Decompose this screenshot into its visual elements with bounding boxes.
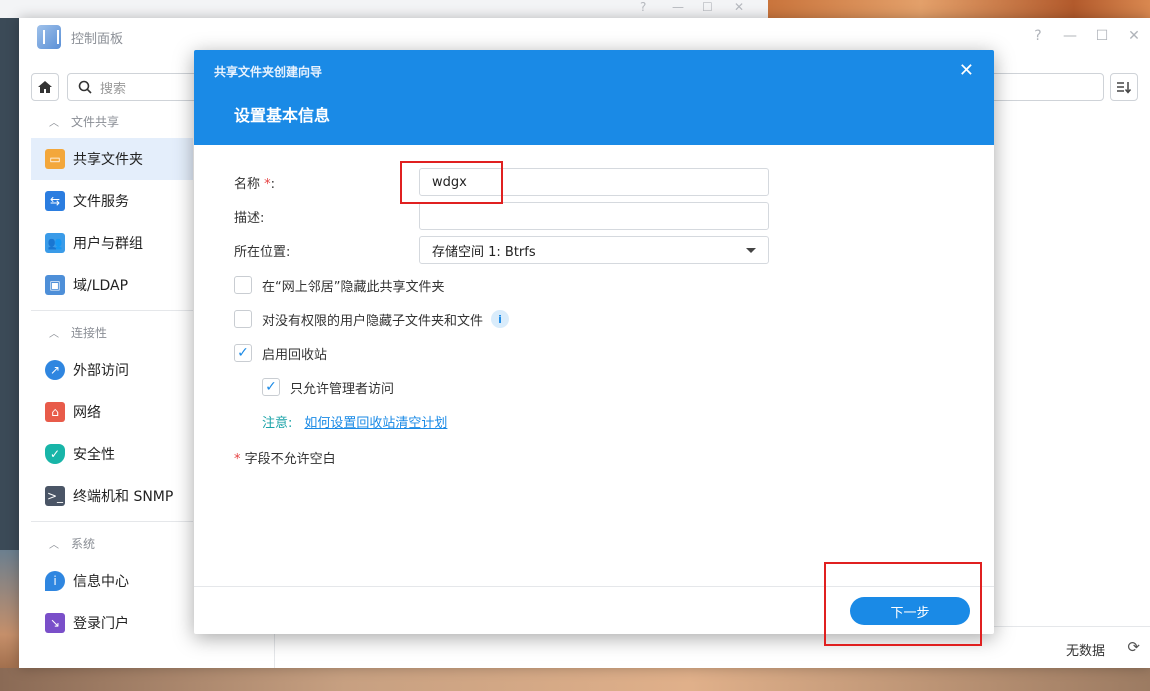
close-icon[interactable]: ✕: [1118, 28, 1150, 44]
recycle-bin-checkbox-row[interactable]: ✓ 启用回收站: [234, 342, 327, 364]
name-row: 名称 *:: [234, 168, 769, 196]
sidebar-item-login-portal[interactable]: ↘ 登录门户: [31, 602, 193, 644]
chevron-up-icon: ︿: [49, 539, 59, 551]
hide-subfolders-checkbox-row[interactable]: 对没有权限的用户隐藏子文件夹和文件 i: [234, 308, 510, 330]
sidebar-item-shared-folder[interactable]: ▭ 共享文件夹: [31, 138, 193, 180]
filter-input[interactable]: [986, 73, 1104, 101]
next-button[interactable]: 下一步: [850, 597, 970, 625]
window-controls: ? — ☐ ✕: [1022, 28, 1150, 44]
minimize-icon[interactable]: —: [672, 0, 684, 14]
sidebar-item-ldap[interactable]: ▣ 域/LDAP: [31, 264, 193, 306]
status-text: 无数据: [1065, 644, 1105, 659]
folder-icon: ▭: [45, 149, 65, 169]
name-label: 名称 *:: [234, 176, 276, 192]
info-center-icon: i: [45, 571, 65, 591]
hide-subfolders-checkbox[interactable]: [234, 310, 252, 328]
wizard-footer: 下一步: [194, 586, 994, 634]
description-field[interactable]: [419, 202, 769, 230]
shared-folder-wizard-dialog: 共享文件夹创建向导 ✕ 设置基本信息 名称 *: 描述: 所在位置: 存储空间 …: [194, 50, 994, 634]
desktop-wallpaper: [0, 668, 1150, 691]
maximize-icon[interactable]: ☐: [1086, 28, 1118, 44]
divider: [31, 310, 193, 311]
location-value: 存储空间 1: Btrfs: [432, 244, 536, 260]
note-label: 注意:: [262, 415, 293, 431]
location-row: 所在位置: 存储空间 1: Btrfs: [234, 236, 769, 264]
sidebar-item-users-groups[interactable]: 👥 用户与群组: [31, 222, 193, 264]
sidebar-item-security[interactable]: ✓ 安全性: [31, 433, 193, 475]
recycle-bin-checkbox[interactable]: ✓: [234, 344, 252, 362]
background-window: ? — ☐ ✕: [0, 0, 768, 18]
recycle-note: 注意: 如何设置回收站清空计划: [262, 411, 447, 431]
network-icon: ⌂: [45, 402, 65, 422]
home-icon: [38, 81, 52, 93]
info-icon[interactable]: i: [491, 310, 510, 328]
caret-down-icon: [746, 247, 756, 253]
maximize-icon[interactable]: ☐: [702, 0, 713, 14]
close-icon[interactable]: ✕: [959, 60, 974, 81]
control-panel-logo-icon: [37, 25, 61, 49]
recycle-schedule-link[interactable]: 如何设置回收站清空计划: [304, 412, 447, 431]
sidebar-item-info-center[interactable]: i 信息中心: [31, 560, 193, 602]
search-icon: [78, 80, 92, 94]
sort-button[interactable]: [1110, 73, 1138, 101]
description-label: 描述:: [234, 210, 265, 226]
users-icon: 👥: [45, 233, 65, 253]
chevron-up-icon: ︿: [49, 328, 59, 340]
window-title: 控制面板: [71, 31, 124, 47]
sidebar-item-external-access[interactable]: ↗ 外部访问: [31, 349, 193, 391]
sidebar-item-network[interactable]: ⌂ 网络: [31, 391, 193, 433]
help-icon[interactable]: ?: [640, 0, 646, 14]
shield-icon: ✓: [45, 444, 65, 464]
sidebar-item-file-services[interactable]: ⇆ 文件服务: [31, 180, 193, 222]
hide-in-network-checkbox-row[interactable]: 在“网上邻居”隐藏此共享文件夹: [234, 274, 444, 296]
name-field[interactable]: [419, 168, 769, 196]
location-select[interactable]: 存储空间 1: Btrfs: [419, 236, 769, 264]
terminal-icon: >_: [45, 486, 65, 506]
help-icon[interactable]: ?: [1022, 28, 1054, 44]
sidebar-section-system[interactable]: ︿ 系统: [31, 526, 193, 560]
wizard-title: 设置基本信息: [234, 106, 331, 125]
divider: [31, 521, 193, 522]
refresh-icon[interactable]: ⟳: [1127, 638, 1140, 656]
file-services-icon: ⇆: [45, 191, 65, 211]
minimize-icon[interactable]: —: [1054, 28, 1086, 44]
description-row: 描述:: [234, 202, 769, 230]
sidebar-item-terminal-snmp[interactable]: >_ 终端机和 SNMP: [31, 475, 193, 517]
wizard-header: 共享文件夹创建向导 ✕ 设置基本信息: [194, 50, 994, 145]
login-portal-icon: ↘: [45, 613, 65, 633]
location-label: 所在位置:: [234, 244, 291, 260]
admin-only-checkbox[interactable]: ✓: [262, 378, 280, 396]
sort-icon: [1117, 82, 1132, 94]
desktop-wallpaper: [768, 0, 1150, 18]
sidebar-section-file-sharing[interactable]: ︿ 文件共享: [31, 104, 193, 138]
ldap-icon: ▣: [45, 275, 65, 295]
external-access-icon: ↗: [45, 360, 65, 380]
close-icon[interactable]: ✕: [734, 0, 744, 14]
home-button[interactable]: [31, 73, 59, 101]
chevron-up-icon: ︿: [49, 117, 59, 129]
admin-only-checkbox-row[interactable]: ✓ 只允许管理者访问: [262, 376, 394, 398]
required-fields-note: * 字段不允许空白: [234, 452, 336, 467]
sidebar-section-connectivity[interactable]: ︿ 连接性: [31, 315, 193, 349]
search-placeholder: 搜索: [100, 81, 127, 97]
hide-in-network-checkbox[interactable]: [234, 276, 252, 294]
sidebar: ︿ 文件共享 ▭ 共享文件夹 ⇆ 文件服务 👥 用户与群组 ▣ 域/LDAP ︿…: [31, 104, 193, 668]
wizard-subtitle: 共享文件夹创建向导: [214, 65, 323, 79]
